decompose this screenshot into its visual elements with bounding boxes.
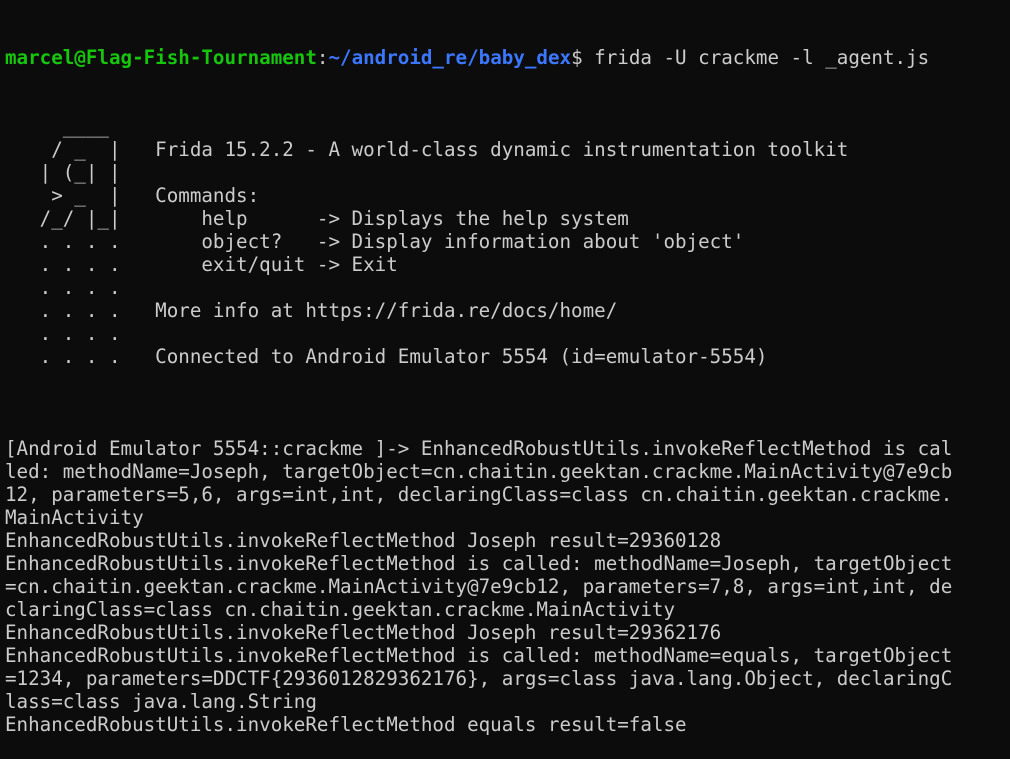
command-text: frida -U crackme -l _agent.js — [582, 46, 930, 69]
banner-line: ____ — [5, 115, 109, 138]
output-line: EnhancedRobustUtils.invokeReflectMethod … — [5, 621, 722, 644]
prompt-symbol: $ — [571, 46, 583, 69]
prompt-line: marcel@Flag-Fish-Tournament:~/android_re… — [5, 46, 1005, 69]
output-line: EnhancedRobustUtils.invokeReflectMethod … — [5, 529, 722, 552]
prompt-separator: : — [316, 46, 329, 69]
banner-line: . . . . — [5, 322, 121, 345]
output-line: claringClass=class cn.chaitin.geektan.cr… — [5, 598, 676, 621]
output-line: =cn.chaitin.geektan.crackme.MainActivity… — [5, 575, 953, 598]
banner-line: | (_| | — [5, 161, 121, 184]
frida-banner: ____ / _ | Frida 15.2.2 - A world-class … — [5, 115, 1005, 391]
banner-line: /_/ |_| help -> Displays the help system — [5, 207, 629, 230]
output-line: =1234, parameters=DDCTF{2936012829362176… — [5, 667, 953, 690]
terminal-window[interactable]: marcel@Flag-Fish-Tournament:~/android_re… — [5, 0, 1005, 736]
output-line: MainActivity — [5, 506, 144, 529]
banner-line: . . . . More info at https://frida.re/do… — [5, 299, 618, 322]
output-line: 12, parameters=5,6, args=int,int, declar… — [5, 483, 953, 506]
output-line: led: methodName=Joseph, targetObject=cn.… — [5, 460, 953, 483]
prompt-path: ~/android_re/baby_dex — [328, 46, 572, 69]
banner-line: > _ | Commands: — [5, 184, 260, 207]
output-line: lass=class java.lang.String — [5, 690, 317, 713]
output-line: EnhancedRobustUtils.invokeReflectMethod … — [5, 713, 687, 736]
banner-line — [5, 368, 1005, 391]
banner-line: / _ | Frida 15.2.2 - A world-class dynam… — [5, 138, 849, 161]
banner-line: . . . . exit/quit -> Exit — [5, 253, 398, 276]
prompt-user-host: marcel@Flag-Fish-Tournament — [5, 46, 317, 69]
output-line: EnhancedRobustUtils.invokeReflectMethod … — [5, 644, 953, 667]
banner-line: . . . . — [5, 276, 121, 299]
banner-line: . . . . object? -> Display information a… — [5, 230, 745, 253]
output-line: EnhancedRobustUtils.invokeReflectMethod … — [5, 552, 953, 575]
banner-line: . . . . Connected to Android Emulator 55… — [5, 345, 768, 368]
output-line: [Android Emulator 5554::crackme ]-> Enha… — [5, 437, 953, 460]
terminal-output: [Android Emulator 5554::crackme ]-> Enha… — [5, 437, 1005, 736]
